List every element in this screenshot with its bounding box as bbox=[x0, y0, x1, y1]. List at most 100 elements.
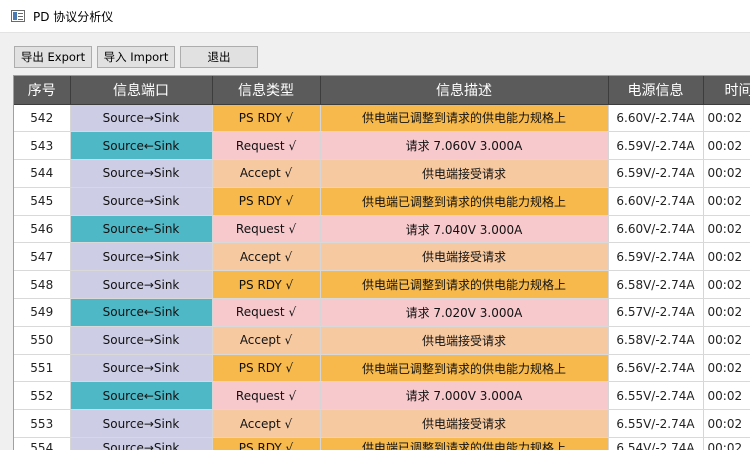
cell-port: Source→Sink bbox=[70, 187, 213, 216]
toolbar: 导出 Export 导入 Import 退出 bbox=[0, 33, 750, 75]
cell-port: Source→Sink bbox=[70, 437, 213, 450]
cell-type: Request √ bbox=[212, 298, 321, 327]
table-row[interactable]: 554 Source→Sink PS RDY √ 供电端已调整到请求的供电能力规格上 6… bbox=[14, 437, 750, 450]
cell-power: 6.55V/-2.74A bbox=[608, 381, 704, 411]
cell-time: 00:02 bbox=[703, 187, 750, 216]
export-button[interactable]: 导出 Export bbox=[14, 46, 92, 68]
table-row[interactable]: 550 Source→Sink Accept √ 供电端接受请求 6.58V/-2.74… bbox=[14, 326, 750, 355]
cell-type: Request √ bbox=[212, 381, 321, 411]
cell-desc: 供电端已调整到请求的供电能力规格上 bbox=[320, 104, 609, 133]
message-table[interactable]: 序号 信息端口 信息类型 信息描述 电源信息 时间 542 Source→Sink… bbox=[13, 75, 750, 450]
cell-type: Accept √ bbox=[212, 242, 321, 272]
cell-seq: 542 bbox=[14, 104, 71, 133]
cell-type: Accept √ bbox=[212, 159, 321, 188]
cell-time: 00:02 bbox=[703, 159, 750, 188]
cell-type: Accept √ bbox=[212, 326, 321, 355]
cell-power: 6.54V/-2.74A bbox=[608, 437, 704, 450]
cell-power: 6.58V/-2.74A bbox=[608, 326, 704, 355]
cell-seq: 554 bbox=[14, 437, 71, 450]
cell-time: 00:02 bbox=[703, 298, 750, 327]
table-row[interactable]: 548 Source→Sink PS RDY √ 供电端已调整到请求的供电能力规格上 6… bbox=[14, 270, 750, 300]
table-row[interactable]: 545 Source→Sink PS RDY √ 供电端已调整到请求的供电能力规格上 6… bbox=[14, 187, 750, 216]
cell-desc: 供电端接受请求 bbox=[320, 242, 609, 272]
table-row[interactable]: 552 Source←Sink Request √ 请求 7.000V 3.000A 6… bbox=[14, 381, 750, 411]
table-row[interactable]: 544 Source→Sink Accept √ 供电端接受请求 6.59V/-2.74… bbox=[14, 159, 750, 188]
cell-desc: 请求 7.060V 3.000A bbox=[320, 131, 609, 161]
cell-desc: 供电端已调整到请求的供电能力规格上 bbox=[320, 187, 609, 216]
cell-power: 6.60V/-2.74A bbox=[608, 104, 704, 133]
cell-power: 6.59V/-2.74A bbox=[608, 131, 704, 161]
column-header-desc[interactable]: 信息描述 bbox=[320, 76, 609, 105]
cell-desc: 请求 7.040V 3.000A bbox=[320, 215, 609, 244]
cell-seq: 544 bbox=[14, 159, 71, 188]
cell-power: 6.55V/-2.74A bbox=[608, 409, 704, 439]
import-button[interactable]: 导入 Import bbox=[97, 46, 175, 68]
cell-desc: 供电端已调整到请求的供电能力规格上 bbox=[320, 354, 609, 383]
table-row[interactable]: 547 Source→Sink Accept √ 供电端接受请求 6.59V/-2.74… bbox=[14, 242, 750, 272]
cell-time: 00:02 bbox=[703, 326, 750, 355]
cell-seq: 549 bbox=[14, 298, 71, 327]
cell-port: Source→Sink bbox=[70, 326, 213, 355]
cell-time: 00:02 bbox=[703, 242, 750, 272]
cell-type: PS RDY √ bbox=[212, 104, 321, 133]
cell-power: 6.58V/-2.74A bbox=[608, 270, 704, 300]
cell-port: Source→Sink bbox=[70, 104, 213, 133]
cell-power: 6.59V/-2.74A bbox=[608, 159, 704, 188]
column-header-time[interactable]: 时间 bbox=[703, 76, 750, 105]
cell-time: 00:02 bbox=[703, 104, 750, 133]
cell-desc: 请求 7.020V 3.000A bbox=[320, 298, 609, 327]
table-row[interactable]: 542 Source→Sink PS RDY √ 供电端已调整到请求的供电能力规格上 6… bbox=[14, 104, 750, 133]
table-row[interactable]: 543 Source←Sink Request √ 请求 7.060V 3.000A 6… bbox=[14, 131, 750, 161]
cell-power: 6.56V/-2.74A bbox=[608, 354, 704, 383]
cell-time: 00:02 bbox=[703, 131, 750, 161]
cell-seq: 548 bbox=[14, 270, 71, 300]
cell-seq: 550 bbox=[14, 326, 71, 355]
cell-port: Source←Sink bbox=[70, 131, 213, 161]
cell-desc: 供电端接受请求 bbox=[320, 159, 609, 188]
cell-type: Accept √ bbox=[212, 409, 321, 439]
table-row[interactable]: 546 Source←Sink Request √ 请求 7.040V 3.000A 6… bbox=[14, 215, 750, 244]
cell-type: Request √ bbox=[212, 215, 321, 244]
cell-desc: 供电端接受请求 bbox=[320, 326, 609, 355]
window-title: PD 协议分析仪 bbox=[33, 9, 114, 24]
cell-seq: 552 bbox=[14, 381, 71, 411]
cell-seq: 547 bbox=[14, 242, 71, 272]
cell-time: 00:02 bbox=[703, 437, 750, 450]
cell-port: Source→Sink bbox=[70, 242, 213, 272]
cell-seq: 546 bbox=[14, 215, 71, 244]
column-header-power[interactable]: 电源信息 bbox=[608, 76, 704, 105]
cell-port: Source←Sink bbox=[70, 381, 213, 411]
cell-port: Source→Sink bbox=[70, 159, 213, 188]
cell-port: Source→Sink bbox=[70, 354, 213, 383]
cell-power: 6.60V/-2.74A bbox=[608, 215, 704, 244]
title-bar: PD 协议分析仪 bbox=[0, 0, 750, 33]
cell-power: 6.57V/-2.74A bbox=[608, 298, 704, 327]
cell-seq: 551 bbox=[14, 354, 71, 383]
column-header-port[interactable]: 信息端口 bbox=[70, 76, 213, 105]
cell-seq: 553 bbox=[14, 409, 71, 439]
cell-time: 00:02 bbox=[703, 270, 750, 300]
table-header-row: 序号 信息端口 信息类型 信息描述 电源信息 时间 bbox=[14, 76, 750, 105]
cell-power: 6.59V/-2.74A bbox=[608, 242, 704, 272]
cell-port: Source←Sink bbox=[70, 215, 213, 244]
cell-port: Source←Sink bbox=[70, 298, 213, 327]
cell-port: Source→Sink bbox=[70, 409, 213, 439]
cell-type: PS RDY √ bbox=[212, 354, 321, 383]
column-header-seq[interactable]: 序号 bbox=[14, 76, 71, 105]
cell-type: PS RDY √ bbox=[212, 187, 321, 216]
table-row[interactable]: 549 Source←Sink Request √ 请求 7.020V 3.000A 6… bbox=[14, 298, 750, 327]
cell-time: 00:02 bbox=[703, 381, 750, 411]
cell-desc: 请求 7.000V 3.000A bbox=[320, 381, 609, 411]
cell-type: Request √ bbox=[212, 131, 321, 161]
cell-time: 00:02 bbox=[703, 354, 750, 383]
cell-port: Source→Sink bbox=[70, 270, 213, 300]
cell-type: PS RDY √ bbox=[212, 270, 321, 300]
table-row[interactable]: 553 Source→Sink Accept √ 供电端接受请求 6.55V/-2.74… bbox=[14, 409, 750, 439]
exit-button[interactable]: 退出 bbox=[180, 46, 258, 68]
table-row[interactable]: 551 Source→Sink PS RDY √ 供电端已调整到请求的供电能力规格上 6… bbox=[14, 354, 750, 383]
cell-power: 6.60V/-2.74A bbox=[608, 187, 704, 216]
cell-desc: 供电端已调整到请求的供电能力规格上 bbox=[320, 270, 609, 300]
column-header-type[interactable]: 信息类型 bbox=[212, 76, 321, 105]
app-window-icon bbox=[11, 10, 25, 22]
cell-time: 00:02 bbox=[703, 409, 750, 439]
